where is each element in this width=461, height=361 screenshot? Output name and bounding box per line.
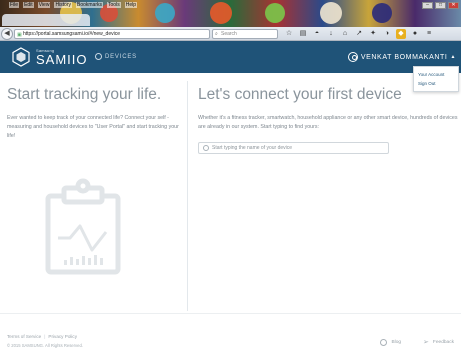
maximize-button[interactable]: □ (435, 2, 446, 9)
terms-link[interactable]: Terms of Service (7, 334, 41, 339)
nav-devices-label: DEVICES (105, 53, 137, 60)
left-title: Start tracking your life. (7, 86, 162, 103)
blog-icon (380, 338, 388, 346)
sami-logo-icon (12, 47, 30, 67)
search-icon (203, 145, 209, 151)
column-divider (187, 81, 188, 311)
device-search-input[interactable] (212, 143, 382, 153)
share-icon[interactable]: ↗ (354, 29, 364, 39)
theme-decoration (210, 2, 232, 24)
left-description: Ever wanted to keep track of your connec… (7, 115, 179, 139)
feedback-link[interactable]: ➢ Feedback (423, 338, 454, 346)
menu-history[interactable]: History (54, 2, 72, 8)
theme-decoration (265, 3, 285, 23)
nav-devices[interactable]: DEVICES (95, 53, 137, 60)
pocket-icon[interactable]: ◓ (312, 29, 322, 39)
browser-tab[interactable] (2, 14, 90, 26)
paper-plane-icon: ➢ (423, 339, 429, 346)
lock-icon: ▣ (17, 32, 22, 38)
browser-search-placeholder: Search (221, 31, 237, 37)
footer-separator: | (44, 334, 46, 339)
menu-bookmarks[interactable]: Bookmarks (76, 2, 104, 8)
menu-help[interactable]: Help (124, 2, 137, 8)
theme-decoration (320, 2, 342, 24)
search-icon: ⌕ (215, 31, 218, 37)
copyright-text: © 2015 SAMSUNG. All Rights Reserved. (7, 343, 83, 348)
back-button[interactable]: ◀ (1, 28, 13, 40)
footer-actions: Blog ➢ Feedback (380, 338, 454, 346)
devices-icon (95, 53, 102, 60)
window-controls: – □ ✕ (422, 2, 459, 9)
menu-edit[interactable]: Edit (23, 2, 34, 8)
footer-links: Terms of Service | Privacy Policy (7, 334, 77, 339)
theme-decoration (155, 3, 175, 23)
user-icon[interactable]: ● (410, 29, 420, 39)
theme-decoration (372, 3, 392, 23)
app-header: Samsung SAMIIO DEVICES VENKAT BOMMAKANTI… (0, 41, 461, 73)
download-icon[interactable]: ↓ (326, 29, 336, 39)
menu-view[interactable]: View (37, 2, 51, 8)
right-title: Let's connect your first device (198, 86, 402, 103)
addon-icon[interactable]: ✦ (368, 29, 378, 39)
menu-file[interactable]: File (9, 2, 20, 8)
bookmarks-icon[interactable]: ▤ (298, 29, 308, 39)
right-description: Whether it's a fitness tracker, smartwat… (198, 115, 458, 130)
blog-label: Blog (391, 339, 402, 345)
user-menu[interactable]: VENKAT BOMMAKANTI ▲ (347, 52, 456, 62)
sync-icon[interactable]: ◑ (382, 29, 392, 39)
menu-tools[interactable]: Tools (107, 2, 121, 8)
clipboard-chart-icon (45, 178, 121, 275)
browser-menu-bar: File Edit View History Bookmarks Tools H… (9, 2, 137, 8)
close-window-button[interactable]: ✕ (448, 2, 459, 9)
browser-nav-bar: ◀ ▣ https://portal.samsungsami.io/#/new_… (0, 27, 461, 41)
address-bar[interactable]: ▣ https://portal.samsungsami.io/#/new_de… (14, 29, 210, 39)
user-name: VENKAT BOMMAKANTI (360, 53, 448, 61)
hamburger-menu-icon[interactable]: ≡ (424, 29, 434, 39)
caret-up-icon: ▲ (450, 54, 456, 60)
minimize-button[interactable]: – (422, 2, 433, 9)
privacy-link[interactable]: Privacy Policy (48, 334, 77, 339)
footer: Terms of Service | Privacy Policy © 2015… (0, 313, 461, 361)
browser-title-bar: File Edit View History Bookmarks Tools H… (0, 0, 461, 27)
extension-icon[interactable]: ◆ (396, 29, 406, 39)
browser-toolbar-icons: ☆ ▤ ◓ ↓ ⌂ ↗ ✦ ◑ ◆ ● ≡ (284, 29, 434, 39)
main-content: Start tracking your life. Ever wanted to… (0, 73, 461, 313)
feedback-label: Feedback (432, 339, 454, 345)
blog-link[interactable]: Blog (380, 338, 401, 346)
star-icon[interactable]: ☆ (284, 29, 294, 39)
url-text: https://portal.samsungsami.io/#/new_devi… (23, 31, 120, 37)
logo-text[interactable]: SAMIIO (36, 52, 88, 67)
back-arrow-icon: ◀ (4, 30, 10, 37)
device-search-field[interactable] (198, 142, 389, 154)
user-avatar-icon (347, 52, 358, 62)
home-icon[interactable]: ⌂ (340, 29, 350, 39)
browser-search-input[interactable]: ⌕ Search (212, 29, 278, 39)
